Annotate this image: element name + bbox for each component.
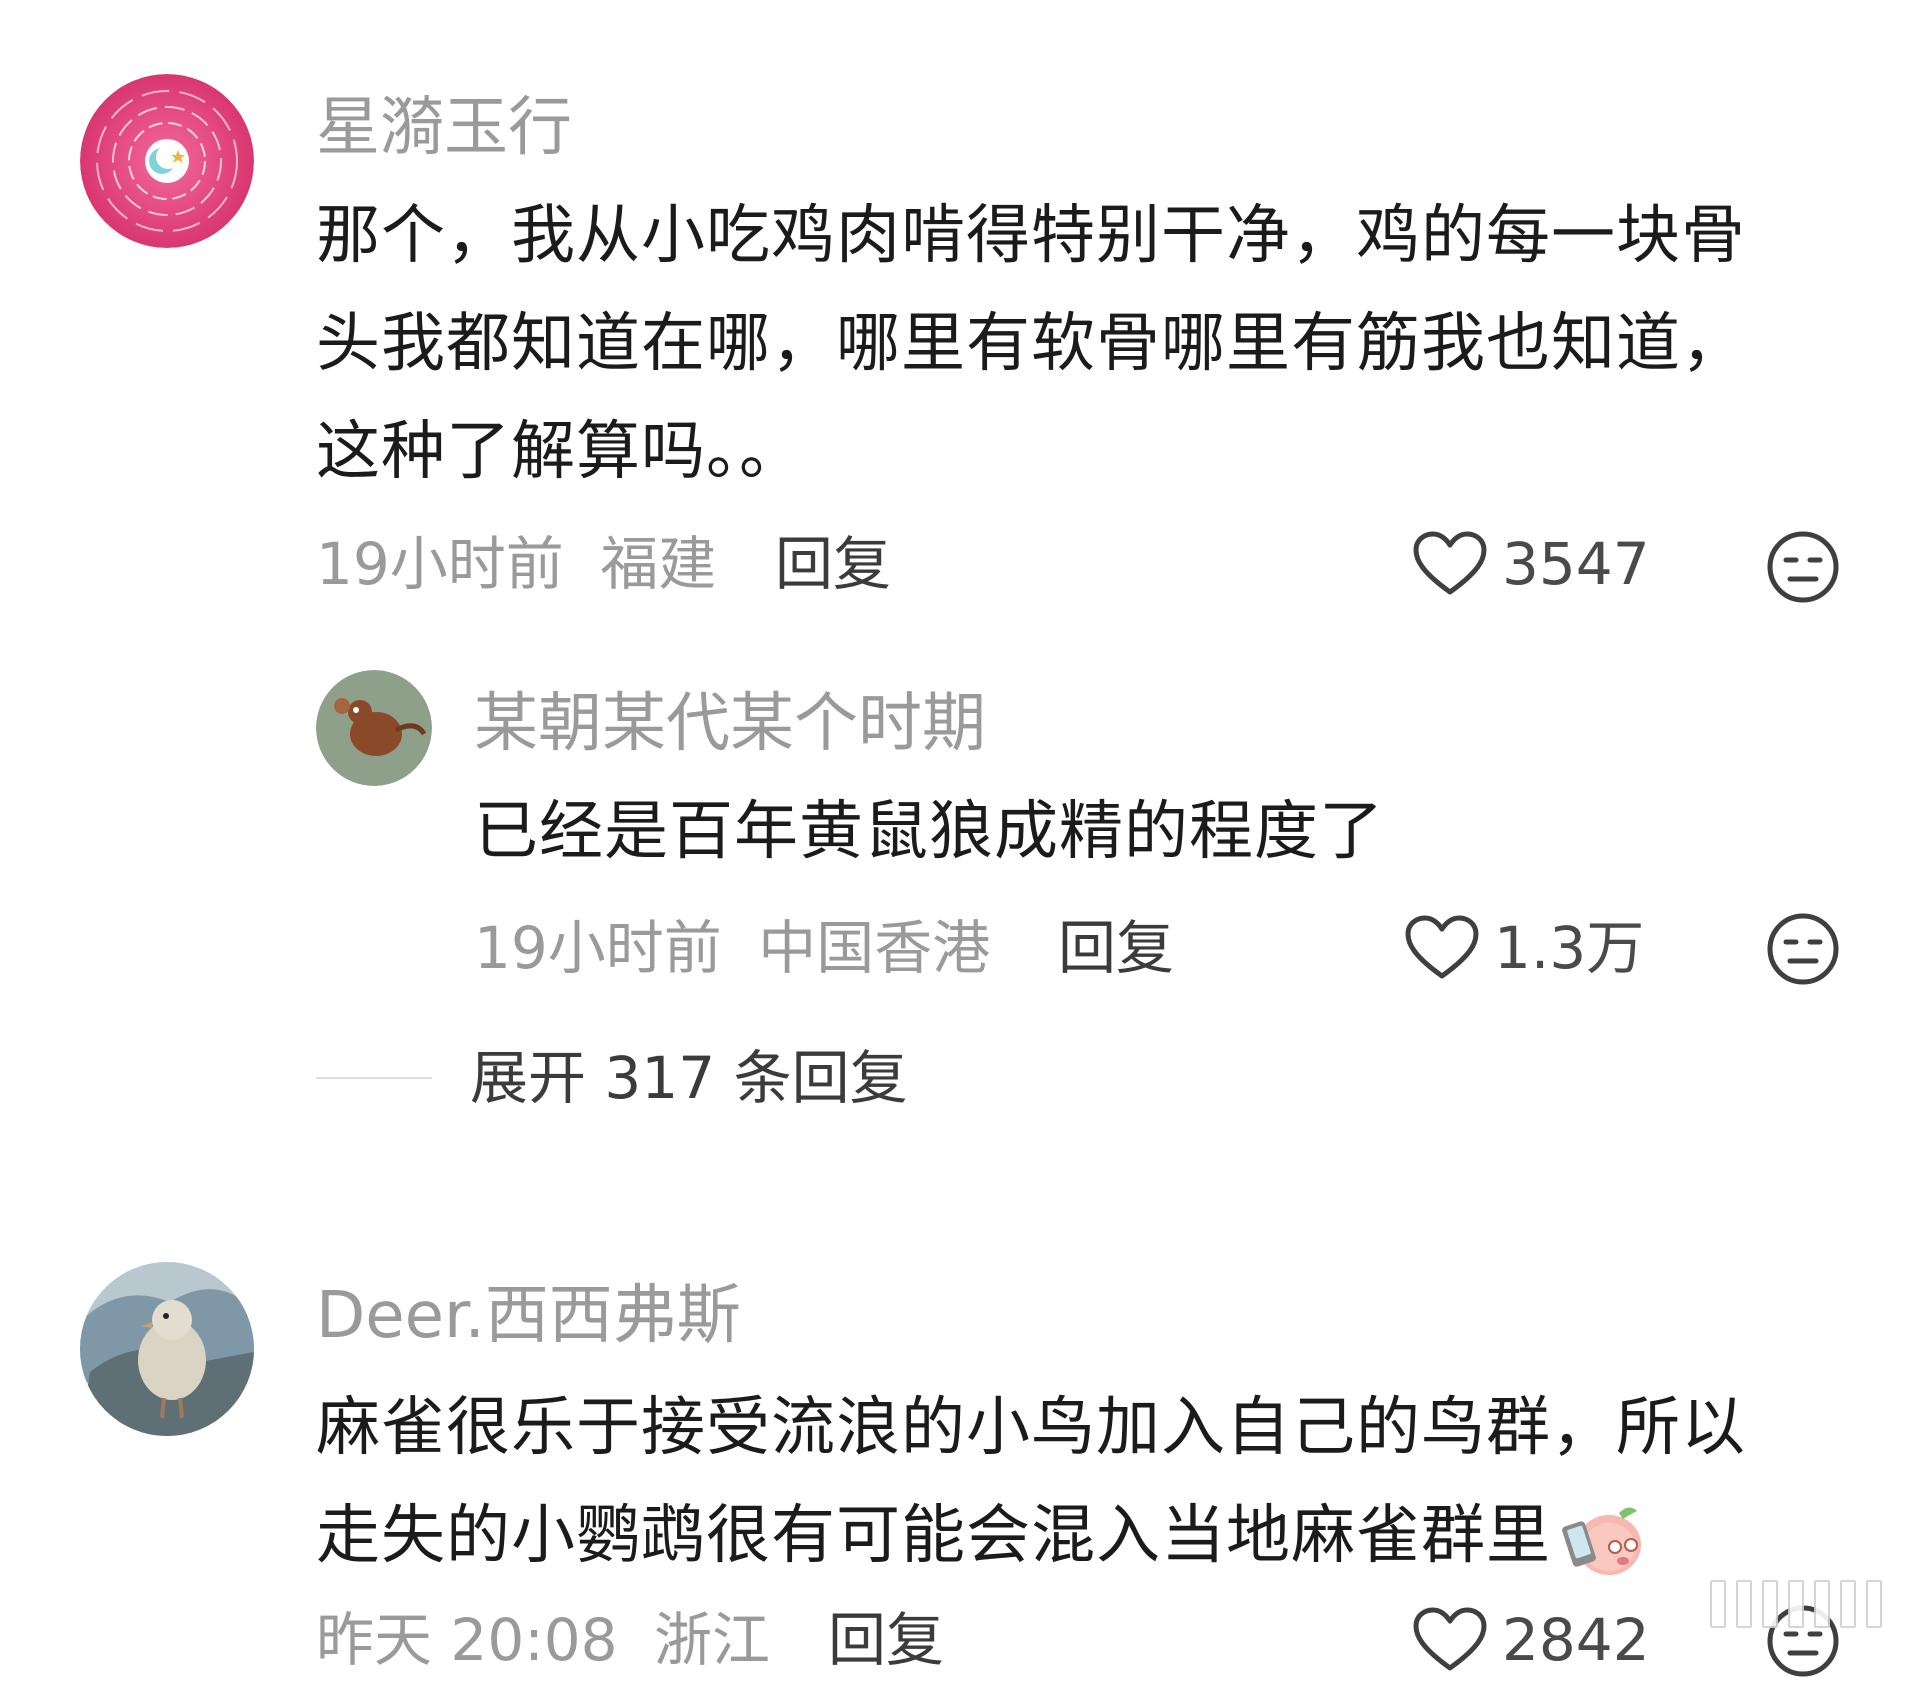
comment-body: 那个，我从小吃鸡肉啃得特别干净，鸡的每一块骨 头我都知道在哪，哪里有软骨哪里有筋…: [316, 182, 1746, 506]
comment-location: 福建: [600, 530, 717, 598]
reply-button[interactable]: 回复: [828, 1600, 944, 1680]
comment-meta: 19小时前 福建: [316, 524, 716, 604]
heart-icon: [1413, 1607, 1487, 1671]
comment-item: 星漪玉行 那个，我从小吃鸡肉啃得特别干净，鸡的每一块骨 头我都知道在哪，哪里有软…: [0, 0, 1918, 603]
watermark-bar: [1710, 1580, 1726, 1628]
heart-icon: [1405, 915, 1479, 979]
expand-replies-button[interactable]: 展开 317 条回复: [316, 1038, 908, 1118]
dislike-button[interactable]: [1766, 530, 1840, 608]
comment-author[interactable]: 星漪玉行: [316, 88, 572, 168]
reply-time: 19小时前: [474, 914, 722, 982]
comment-author[interactable]: Deer.西西弗斯: [316, 1276, 741, 1356]
avatar[interactable]: [316, 670, 432, 786]
comment-body-text: 走失的小鹦鹉很有可能会混入当地麻雀群里: [316, 1499, 1551, 1573]
neutral-face-icon: [1767, 531, 1839, 603]
pigeon-photo-avatar-icon: [80, 1262, 254, 1436]
cartoon-rat-avatar-icon: [316, 670, 432, 786]
avatar[interactable]: [80, 1262, 254, 1436]
reply-body: 已经是百年黄鼠狼成精的程度了: [474, 795, 1384, 869]
divider: [316, 1077, 432, 1079]
expand-replies-label: 展开 317 条回复: [470, 1044, 908, 1112]
watermark-bar: [1788, 1580, 1804, 1628]
moon-star-circle-avatar-icon: [80, 74, 254, 248]
like-button[interactable]: 3547: [1412, 524, 1650, 604]
comment-location: 浙江: [654, 1606, 771, 1674]
reply-meta: 19小时前 中国香港: [474, 908, 990, 988]
comment-body-line: 那个，我从小吃鸡肉啃得特别干净，鸡的每一块骨: [316, 199, 1746, 273]
reply-location: 中国香港: [758, 914, 991, 982]
reply-author[interactable]: 某朝某代某个时期: [474, 684, 986, 764]
dislike-button[interactable]: [1766, 912, 1840, 990]
like-button[interactable]: 2842: [1412, 1600, 1650, 1680]
reply-button[interactable]: 回复: [1058, 908, 1174, 988]
like-count: 2842: [1502, 1606, 1650, 1674]
watermark-bar: [1762, 1580, 1778, 1628]
watermark-bar: [1814, 1580, 1830, 1628]
comment-body-line: 走失的小鹦鹉很有可能会混入当地麻雀群里: [316, 1482, 1746, 1590]
comment-meta: 昨天 20:08 浙江: [316, 1600, 770, 1680]
comment-time: 昨天 20:08: [316, 1606, 618, 1674]
like-count: 1.3万: [1494, 914, 1645, 982]
avatar[interactable]: [80, 74, 254, 248]
comment-body-line: 这种了解算吗。。: [316, 415, 804, 489]
watermark-bar: [1840, 1580, 1856, 1628]
comment-body-line: 头我都知道在哪，哪里有软骨哪里有筋我也知道，: [316, 307, 1746, 381]
heart-icon: [1413, 531, 1487, 595]
comment-body-line: 麻雀很乐于接受流浪的小鸟加入自己的鸟群，所以: [316, 1391, 1746, 1465]
comment-time: 19小时前: [316, 530, 564, 598]
comment-body: 麻雀很乐于接受流浪的小鸟加入自己的鸟群，所以 走失的小鹦鹉很有可能会混入当地麻雀…: [316, 1374, 1746, 1590]
watermark-logo: [1710, 1580, 1882, 1628]
neutral-face-icon: [1767, 913, 1839, 985]
watermark-bar: [1736, 1580, 1752, 1628]
reply-button[interactable]: 回复: [775, 524, 891, 604]
watermark-bar: [1866, 1580, 1882, 1628]
like-button[interactable]: 1.3万: [1404, 908, 1644, 988]
like-count: 3547: [1502, 530, 1650, 598]
pig-phone-emoji-icon: [1562, 1507, 1641, 1576]
